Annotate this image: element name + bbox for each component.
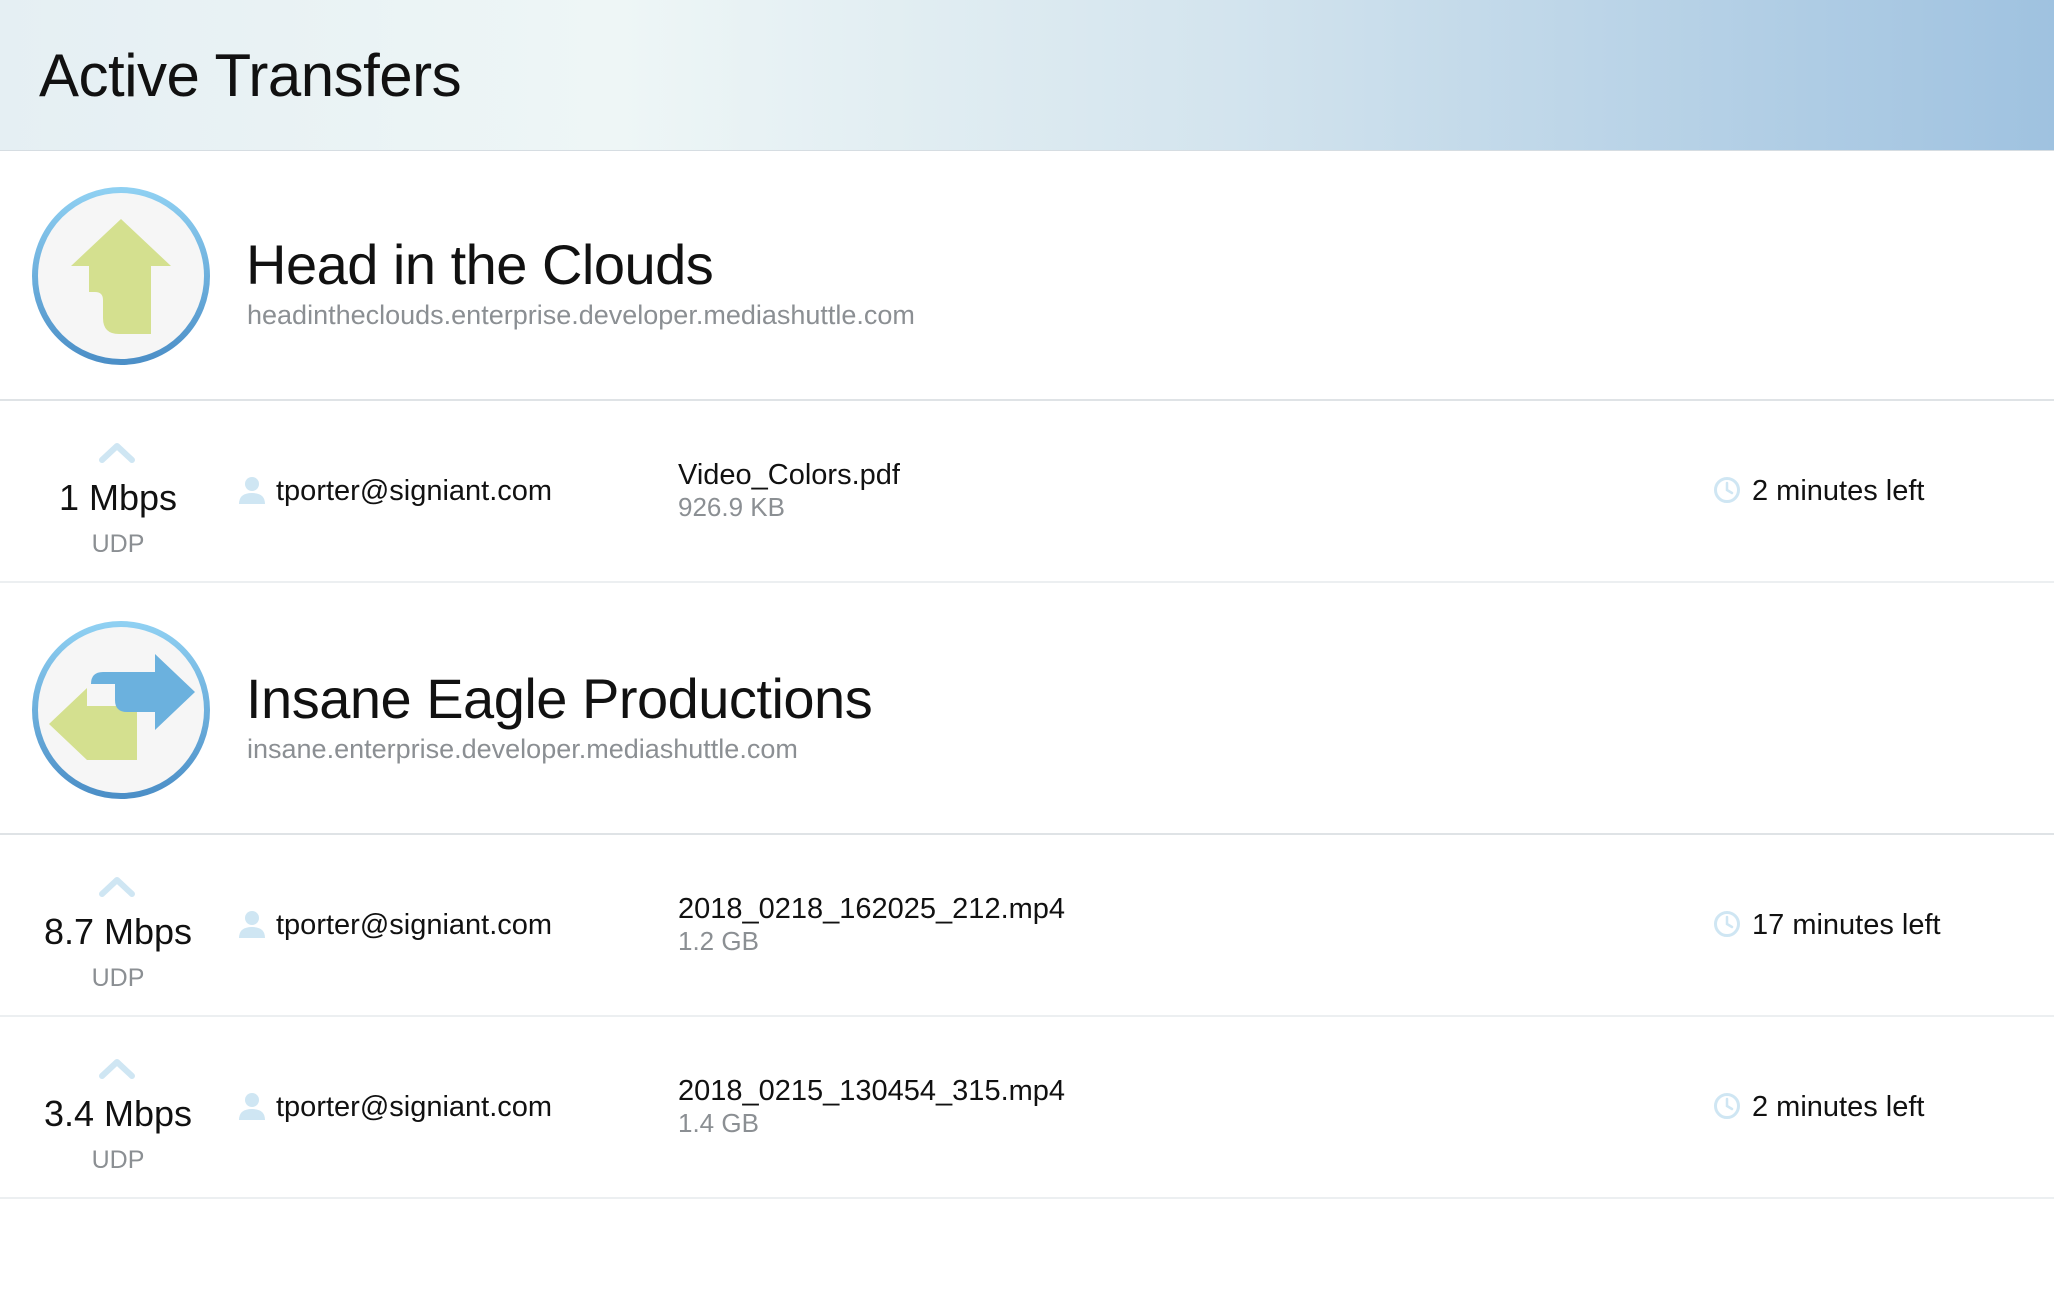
- share-portal-icon: [32, 621, 210, 799]
- clock-icon: [1714, 1093, 1740, 1119]
- transfer-speed: 8.7 Mbps: [43, 911, 193, 952]
- page-title: Active Transfers: [39, 42, 462, 109]
- portal-url: headintheclouds.enterprise.developer.med…: [247, 300, 915, 330]
- time-remaining: 2 minutes left: [1752, 475, 1925, 507]
- file-name: Video_Colors.pdf: [678, 459, 900, 491]
- time-remaining: 2 minutes left: [1752, 1091, 1925, 1123]
- file-name: 2018_0218_162025_212.mp4: [678, 893, 1066, 925]
- portal-header-insane-eagle-productions[interactable]: Insane Eagle Productions insane.enterpri…: [0, 585, 2054, 835]
- user-icon: [239, 911, 265, 938]
- file-size: 1.4 GB: [678, 1108, 759, 1138]
- user-icon: [239, 1093, 265, 1120]
- chevron-up-icon: [99, 443, 135, 463]
- user-email: tporter@signiant.com: [276, 1091, 553, 1123]
- time-remaining: 17 minutes left: [1752, 909, 1941, 941]
- user-email: tporter@signiant.com: [276, 475, 553, 507]
- transfer-protocol: UDP: [91, 1146, 145, 1174]
- chevron-up-icon: [99, 1059, 135, 1079]
- page-header: Active Transfers: [0, 0, 2054, 151]
- chevron-up-icon: [99, 877, 135, 897]
- file-size: 926.9 KB: [678, 492, 785, 522]
- clock-icon: [1714, 911, 1740, 937]
- user-email: tporter@signiant.com: [276, 909, 553, 941]
- transfer-row[interactable]: 8.7 Mbps UDP tporter@signiant.com 2018_0…: [0, 835, 2054, 1017]
- portal-url: insane.enterprise.developer.mediashuttle…: [247, 734, 798, 764]
- portal-name: Head in the Clouds: [246, 233, 714, 296]
- upload-portal-icon: [32, 187, 210, 365]
- portal-header-head-in-the-clouds[interactable]: Head in the Clouds headintheclouds.enter…: [0, 151, 2054, 401]
- clock-icon: [1714, 477, 1740, 503]
- speed-block: 3.4 Mbps UDP: [0, 1017, 236, 1199]
- file-size: 1.2 GB: [678, 926, 759, 956]
- transfer-speed: 3.4 Mbps: [43, 1093, 193, 1134]
- speed-block: 8.7 Mbps UDP: [0, 835, 236, 1017]
- transfer-row[interactable]: 3.4 Mbps UDP tporter@signiant.com 2018_0…: [0, 1017, 2054, 1199]
- transfer-protocol: UDP: [91, 964, 145, 992]
- file-name: 2018_0215_130454_315.mp4: [678, 1075, 1066, 1107]
- transfer-row[interactable]: 1 Mbps UDP tporter@signiant.com Video_Co…: [0, 401, 2054, 583]
- speed-block: 1 Mbps UDP: [0, 401, 236, 583]
- portal-name: Insane Eagle Productions: [246, 667, 873, 730]
- transfer-protocol: UDP: [91, 530, 145, 558]
- transfer-speed: 1 Mbps: [58, 477, 178, 518]
- user-icon: [239, 477, 265, 504]
